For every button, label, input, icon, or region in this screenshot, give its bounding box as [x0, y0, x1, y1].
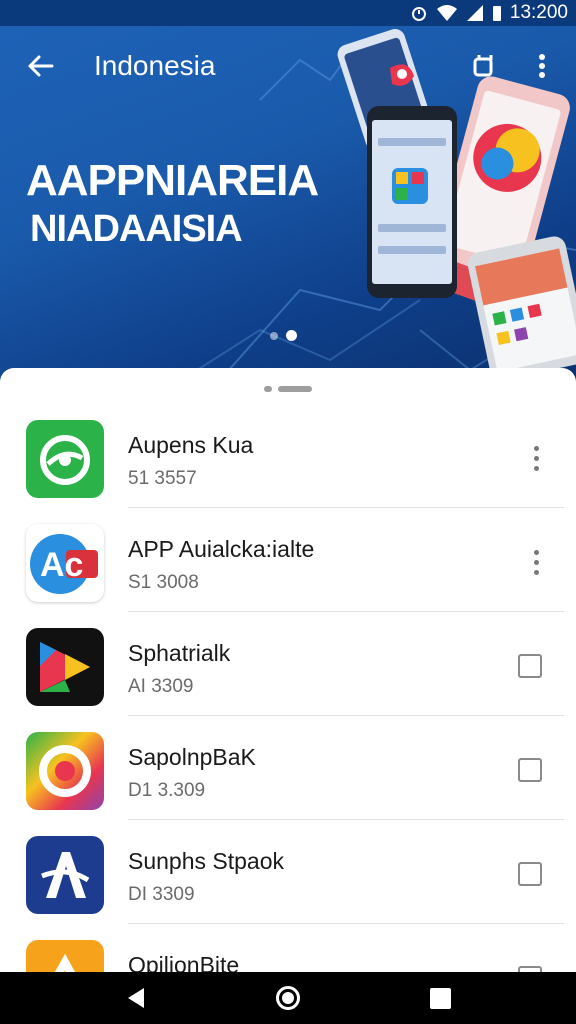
app-name: Sphatrialk: [128, 640, 231, 666]
system-navigation-bar: [0, 972, 576, 1024]
svg-text:Ac: Ac: [40, 546, 83, 584]
back-button[interactable]: [20, 48, 60, 84]
battery-icon: [492, 6, 501, 21]
a-star-icon: [26, 836, 104, 914]
toolbar-title: Indonesia: [94, 50, 216, 81]
phones-illustration: [337, 29, 576, 378]
status-time: 13:200: [509, 2, 568, 23]
nav-recents-icon[interactable]: [430, 988, 451, 1009]
list-item[interactable]: Sunphs Stpaok DI 3309: [0, 820, 576, 924]
nav-back-icon[interactable]: [124, 986, 148, 1010]
app-size: S1 3008: [128, 572, 199, 593]
select-checkbox[interactable]: [518, 654, 542, 678]
color-ring-icon: [26, 732, 104, 810]
select-checkbox[interactable]: [518, 758, 542, 782]
chat-bubbles-icon: [26, 420, 104, 498]
app-name: APP Auialcka:ialte: [128, 536, 315, 562]
page-dot-active[interactable]: [286, 330, 297, 341]
app-name: Aupens Kua: [128, 432, 254, 458]
app-size: D1 3.309: [128, 780, 206, 801]
orange-arch-icon: [26, 940, 104, 974]
list-item[interactable]: SapolnpBaK D1 3.309: [0, 716, 576, 820]
drag-handle[interactable]: [264, 386, 312, 392]
list-item[interactable]: Sphatrialk AI 3309: [0, 612, 576, 716]
select-checkbox[interactable]: [518, 862, 542, 886]
hero-title: AAPPNIAREIA: [26, 156, 319, 205]
app-name: SapolnpBaK: [128, 744, 256, 770]
wifi-icon: [436, 5, 457, 21]
page-indicator: [270, 330, 297, 341]
signal-icon: [466, 5, 483, 21]
nav-home-icon[interactable]: [276, 986, 300, 1010]
page-dot[interactable]: [270, 331, 278, 340]
app-size: AI 3309: [128, 676, 194, 697]
status-bar: 13:200: [0, 0, 576, 26]
list-item[interactable]: Aupens Kua 51 3557: [0, 404, 576, 508]
hero-subtitle: NIADAAISIA: [30, 208, 243, 250]
alarm-icon: [411, 7, 426, 21]
item-overflow-button[interactable]: [522, 438, 550, 478]
hero-banner: 13:200 Indonesia AAPPNIAREIA NIADAAISIA: [0, 0, 576, 400]
app-size: DI 3309: [128, 884, 195, 905]
app-name: OpilionBite: [128, 952, 240, 974]
color-play-icon: [26, 628, 104, 706]
list-item[interactable]: OpilionBite: [0, 924, 576, 974]
app-name: Sunphs Stpaok: [128, 848, 285, 874]
app-list-sheet: Aupens Kua 51 3557 Ac APP Auialcka:ialte…: [0, 368, 576, 974]
app-size: 51 3557: [128, 468, 197, 489]
item-overflow-button[interactable]: [522, 542, 550, 582]
arrow-back-icon: [28, 55, 54, 77]
list-item[interactable]: Ac APP Auialcka:ialte S1 3008: [0, 508, 576, 612]
ac-logo-icon: Ac: [26, 524, 104, 602]
